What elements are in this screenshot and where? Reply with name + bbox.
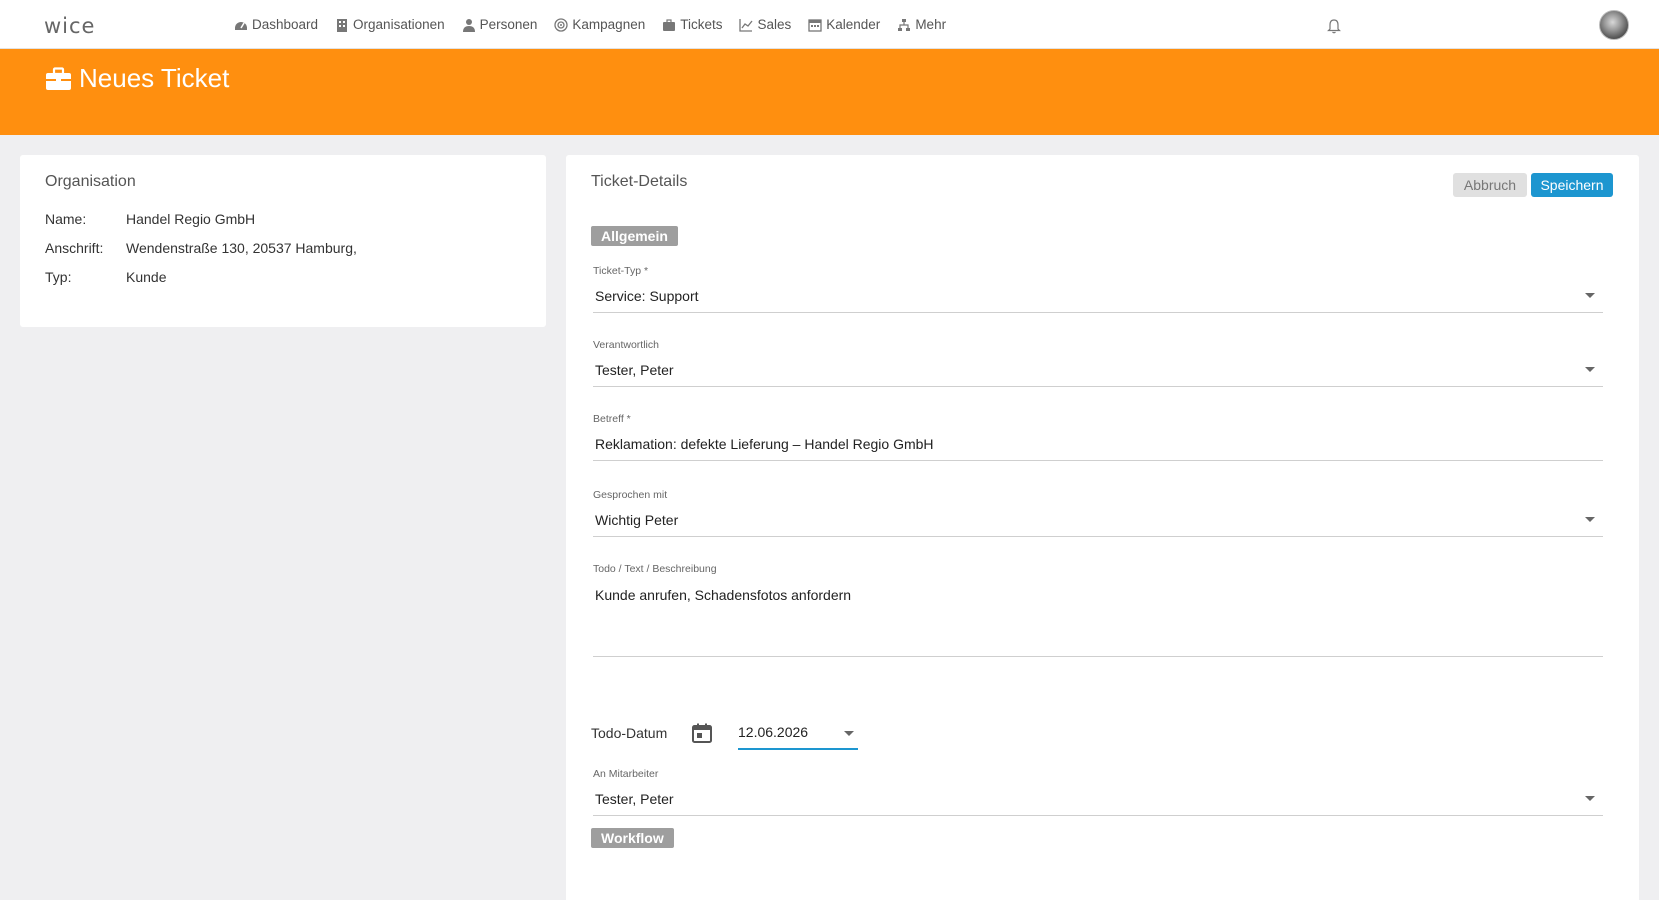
nav-label: Organisationen — [353, 17, 445, 32]
bell-icon[interactable] — [1326, 18, 1342, 34]
calendar-icon — [808, 18, 822, 32]
section-badge-allgemein: Allgemein — [591, 226, 678, 246]
field-label: An Mitarbeiter — [593, 768, 659, 780]
field-value: Tester, Peter — [595, 361, 674, 378]
assignee-field[interactable]: An Mitarbeiter Tester, Peter — [593, 768, 1603, 816]
sitemap-icon — [898, 18, 911, 31]
chevron-down-icon[interactable] — [844, 731, 854, 736]
person-icon — [462, 18, 475, 32]
subject-input[interactable]: Reklamation: defekte Lieferung – Handel … — [593, 427, 1603, 461]
org-name-row: Name: Handel Regio GmbH — [45, 211, 255, 227]
user-avatar[interactable] — [1599, 10, 1629, 40]
org-row-value: Handel Regio GmbH — [126, 211, 256, 227]
organisation-card-title: Organisation — [45, 173, 136, 190]
chevron-down-icon[interactable] — [1585, 293, 1595, 298]
nav-label: Kampagnen — [572, 17, 646, 32]
org-row-key: Name: — [45, 211, 87, 227]
nav-label: Dashboard — [252, 17, 319, 32]
dashboard-icon — [235, 21, 247, 30]
field-label: Todo / Text / Beschreibung — [593, 563, 717, 575]
line-chart-icon — [739, 18, 753, 32]
org-row-key: Anschrift: — [45, 240, 104, 256]
ticket-type-select[interactable]: Service: Support — [593, 279, 1603, 313]
nav-personen[interactable]: Personen — [462, 17, 538, 32]
main-nav: Dashboard Organisationen Personen Kampag… — [234, 0, 963, 49]
chevron-down-icon[interactable] — [1585, 367, 1595, 372]
spoken-with-field[interactable]: Gesprochen mit Wichtig Peter — [593, 489, 1603, 537]
subject-field[interactable]: Betreff * Reklamation: defekte Lieferung… — [593, 413, 1603, 461]
field-label: Gesprochen mit — [593, 489, 668, 501]
nav-label: Mehr — [915, 17, 947, 32]
ticket-type-field[interactable]: Ticket-Typ * Service: Support — [593, 265, 1603, 313]
field-label: Ticket-Typ * — [593, 265, 649, 277]
target-icon — [554, 17, 569, 32]
chevron-down-icon[interactable] — [1585, 517, 1595, 522]
nav-kalender[interactable]: Kalender — [808, 17, 880, 32]
nav-label: Tickets — [680, 17, 723, 32]
page-title-text: Neues Ticket — [79, 63, 230, 93]
organisation-card: Organisation Name: Handel Regio GmbH Ans… — [20, 155, 546, 327]
field-value: Reklamation: defekte Lieferung – Handel … — [595, 435, 934, 452]
building-icon — [337, 18, 348, 32]
nav-mehr[interactable]: Mehr — [897, 17, 946, 32]
org-row-key: Typ: — [45, 269, 72, 285]
chevron-down-icon[interactable] — [1585, 796, 1595, 801]
nav-label: Sales — [757, 17, 792, 32]
description-field[interactable]: Todo / Text / Beschreibung Kunde anrufen… — [593, 563, 1603, 657]
field-value: Wichtig Peter — [595, 511, 679, 528]
top-navigation-bar: wice Dashboard Organisationen Personen K… — [0, 0, 1659, 49]
responsible-field[interactable]: Verantwortlich Tester, Peter — [593, 339, 1603, 387]
nav-tickets[interactable]: Tickets — [662, 17, 722, 32]
page-header-banner: Neues Ticket — [0, 49, 1659, 135]
briefcase-icon — [663, 18, 676, 31]
save-button[interactable]: Speichern — [1531, 173, 1613, 197]
cancel-button[interactable]: Abbruch — [1453, 173, 1527, 197]
nav-organisationen[interactable]: Organisationen — [335, 17, 445, 32]
field-label: Betreff * — [593, 413, 631, 425]
calendar-icon[interactable] — [691, 722, 713, 744]
nav-label: Personen — [479, 17, 538, 32]
todo-date-input[interactable]: 12.06.2026 — [738, 716, 858, 750]
org-type-row: Typ: Kunde — [45, 269, 166, 285]
responsible-select[interactable]: Tester, Peter — [593, 353, 1603, 387]
ticket-details-card: Ticket-Details Abbruch Speichern Allgeme… — [566, 155, 1639, 900]
app-logo[interactable]: wice — [44, 14, 95, 38]
nav-label: Kalender — [826, 17, 881, 32]
page-title: Neues Ticket — [45, 63, 229, 94]
nav-sales[interactable]: Sales — [739, 17, 791, 32]
todo-date-row: Todo-Datum 12.06.2026 — [591, 715, 858, 751]
nav-dashboard[interactable]: Dashboard — [234, 17, 318, 32]
spoken-with-select[interactable]: Wichtig Peter — [593, 503, 1603, 537]
org-address-row: Anschrift: Wendenstraße 130, 20537 Hambu… — [45, 240, 357, 256]
description-textarea[interactable]: Kunde anrufen, Schadensfotos anfordern — [593, 577, 1603, 657]
org-row-value: Kunde — [126, 269, 167, 285]
ticket-details-title: Ticket-Details — [591, 173, 688, 190]
nav-kampagnen[interactable]: Kampagnen — [554, 17, 645, 32]
briefcase-icon — [46, 66, 71, 90]
field-label: Verantwortlich — [593, 339, 659, 351]
org-row-value: Wendenstraße 130, 20537 Hamburg, — [126, 240, 357, 256]
field-value: Service: Support — [595, 287, 699, 304]
section-badge-workflow: Workflow — [591, 828, 674, 848]
assignee-select[interactable]: Tester, Peter — [593, 782, 1603, 816]
todo-date-label: Todo-Datum — [591, 725, 668, 741]
field-value: Tester, Peter — [595, 790, 674, 807]
todo-date-value: 12.06.2026 — [738, 724, 809, 740]
